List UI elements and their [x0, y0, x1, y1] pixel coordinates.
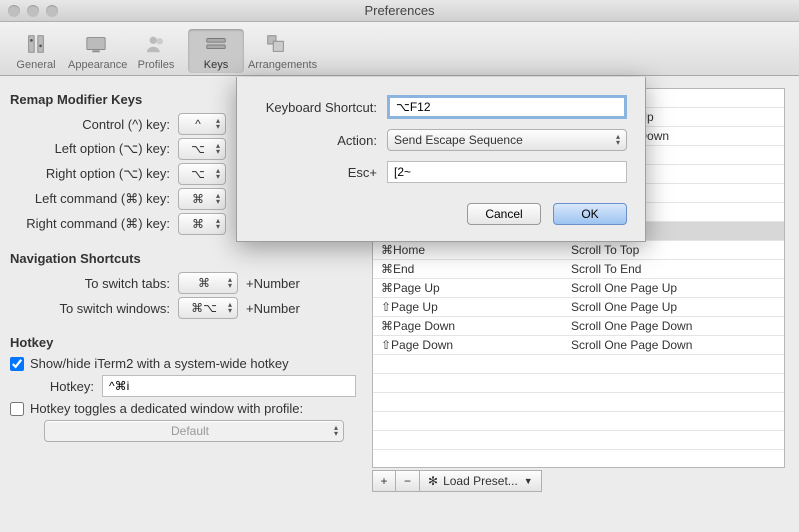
tab-label: General [8, 59, 64, 71]
table-row[interactable]: ⌘Page DownScroll One Page Down [373, 317, 784, 336]
table-row[interactable]: ⇧Page DownScroll One Page Down [373, 336, 784, 355]
table-row[interactable] [373, 393, 784, 412]
action-cell: Scroll One Page Down [567, 319, 784, 333]
table-row[interactable]: ⌘HomeScroll To Top [373, 241, 784, 260]
right-command-key-label: Right command (⌘) key: [10, 216, 178, 232]
table-row[interactable]: ⇧Page UpScroll One Page Up [373, 298, 784, 317]
esc-sequence-input[interactable] [387, 161, 627, 183]
key-combo-cell: ⇧Page Up [373, 300, 567, 314]
tab-general[interactable]: General [8, 29, 64, 73]
gear-icon: ✻ [428, 474, 438, 488]
tab-arrangements[interactable]: Arrangements [248, 29, 304, 73]
tab-keys[interactable]: Keys [188, 29, 244, 73]
load-preset-label: Load Preset... [443, 474, 518, 488]
load-preset-button[interactable]: ✻ Load Preset... ▼ [420, 470, 542, 492]
switch-windows-select[interactable]: ⌘⌥▴▾ [178, 297, 238, 319]
ok-button[interactable]: OK [553, 203, 627, 225]
action-cell: Scroll To End [567, 262, 784, 276]
preferences-toolbar: General Appearance Profiles Keys Arrange… [0, 22, 799, 76]
show-hide-hotkey-checkbox[interactable] [10, 357, 24, 371]
tab-appearance[interactable]: Appearance [68, 29, 124, 73]
right-option-key-label: Right option (⌥) key: [10, 166, 178, 182]
right-option-key-select[interactable]: ⌥▴▾ [178, 163, 226, 185]
table-row[interactable] [373, 450, 784, 468]
left-option-key-label: Left option (⌥) key: [10, 141, 178, 157]
esc-label: Esc+ [255, 165, 387, 180]
chevron-down-icon: ▼ [524, 476, 533, 486]
switch-tabs-suffix: +Number [246, 276, 300, 291]
action-cell: Scroll To Top [567, 243, 784, 257]
action-select[interactable]: Send Escape Sequence ▴▾ [387, 129, 627, 151]
keyboard-shortcut-label: Keyboard Shortcut: [255, 100, 387, 115]
keyboard-shortcut-input[interactable] [387, 95, 627, 119]
control-key-select[interactable]: ^▴▾ [178, 113, 226, 135]
tab-label: Profiles [128, 59, 184, 71]
action-select-value: Send Escape Sequence [394, 133, 523, 147]
key-combo-cell: ⌘End [373, 262, 567, 276]
control-key-label: Control (^) key: [10, 117, 178, 132]
left-command-key-select[interactable]: ⌘▴▾ [178, 188, 226, 210]
keys-icon [200, 31, 232, 57]
tab-profiles[interactable]: Profiles [128, 29, 184, 73]
action-cell: Scroll One Page Up [567, 300, 784, 314]
key-combo-cell: ⌘Home [373, 243, 567, 257]
table-row[interactable] [373, 412, 784, 431]
table-row[interactable]: ⌘EndScroll To End [373, 260, 784, 279]
table-row[interactable] [373, 431, 784, 450]
general-icon [20, 31, 52, 57]
edit-mapping-sheet: Keyboard Shortcut: Action: Send Escape S… [236, 77, 646, 242]
key-combo-cell: ⇧Page Down [373, 338, 567, 352]
add-mapping-button[interactable]: + [372, 470, 396, 492]
appearance-icon [80, 31, 112, 57]
action-cell: Scroll One Page Up [567, 281, 784, 295]
table-row[interactable] [373, 355, 784, 374]
nav-title: Navigation Shortcuts [10, 251, 362, 266]
tab-label: Appearance [68, 59, 124, 71]
right-command-key-select[interactable]: ⌘▴▾ [178, 213, 226, 235]
hotkey-title: Hotkey [10, 335, 362, 350]
profiles-icon [140, 31, 172, 57]
key-combo-cell: ⌘Page Up [373, 281, 567, 295]
show-hide-hotkey-label: Show/hide iTerm2 with a system-wide hotk… [30, 356, 289, 371]
window-title: Preferences [0, 3, 799, 18]
hotkey-toggle-checkbox[interactable] [10, 402, 24, 416]
left-command-key-label: Left command (⌘) key: [10, 191, 178, 207]
left-option-key-select[interactable]: ⌥▴▾ [178, 138, 226, 160]
table-row[interactable] [373, 374, 784, 393]
table-row[interactable]: ⌘Page UpScroll One Page Up [373, 279, 784, 298]
hotkey-field-label: Hotkey: [0, 379, 102, 394]
remove-mapping-button[interactable]: − [396, 470, 420, 492]
switch-windows-label: To switch windows: [10, 301, 178, 316]
switch-tabs-label: To switch tabs: [10, 276, 178, 291]
hotkey-toggle-label: Hotkey toggles a dedicated window with p… [30, 401, 303, 416]
cancel-button[interactable]: Cancel [467, 203, 541, 225]
key-table-footer: + − ✻ Load Preset... ▼ [372, 470, 785, 492]
hotkey-profile-select[interactable]: Default▴▾ [44, 420, 344, 442]
arrangements-icon [260, 31, 292, 57]
switch-windows-suffix: +Number [246, 301, 300, 316]
switch-tabs-select[interactable]: ⌘▴▾ [178, 272, 238, 294]
tab-label: Keys [188, 59, 244, 71]
window-titlebar: Preferences [0, 0, 799, 22]
key-combo-cell: ⌘Page Down [373, 319, 567, 333]
hotkey-field-input[interactable] [102, 375, 356, 397]
action-label: Action: [255, 133, 387, 148]
action-cell: Scroll One Page Down [567, 338, 784, 352]
tab-label: Arrangements [248, 59, 304, 71]
